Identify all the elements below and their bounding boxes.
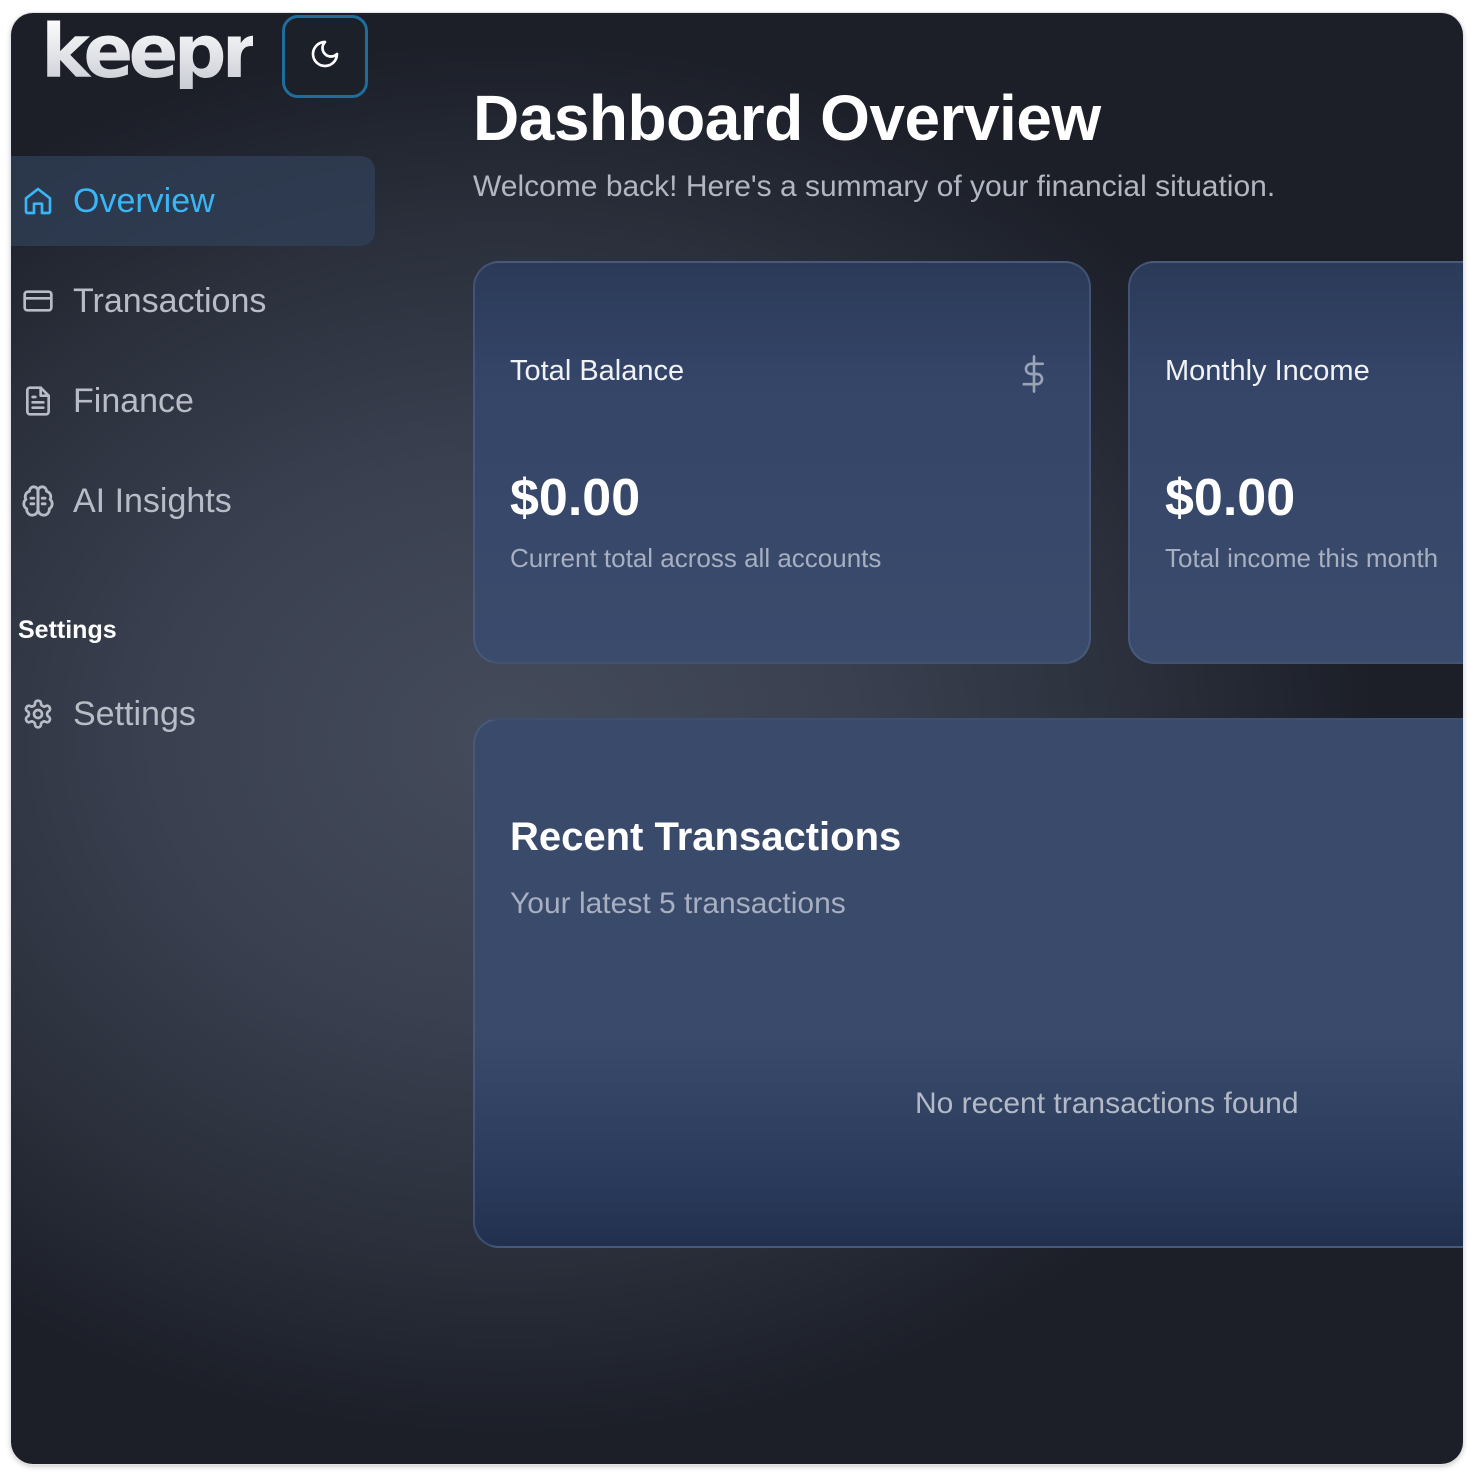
empty-state-message: No recent transactions found: [915, 1087, 1299, 1120]
settings-section-heading: Settings: [18, 616, 117, 644]
card-label: Total Balance: [510, 355, 685, 387]
moon-icon: [309, 38, 341, 75]
sidebar-item-settings[interactable]: Settings: [11, 669, 375, 759]
app-logo: keepr: [41, 13, 258, 95]
brain-icon: [21, 484, 55, 518]
card-label: Monthly Income: [1165, 355, 1370, 387]
theme-toggle-button[interactable]: [282, 15, 368, 98]
recent-transactions-title: Recent Transactions: [510, 815, 902, 859]
sidebar-item-finance[interactable]: Finance: [11, 356, 375, 446]
total-balance-card: Total Balance $0.00 Current total across…: [473, 261, 1091, 664]
credit-card-icon: [21, 284, 55, 318]
card-description: Total income this month: [1165, 543, 1439, 573]
page-title: Dashboard Overview: [473, 82, 1101, 154]
sidebar-item-label: Transactions: [73, 281, 267, 320]
sidebar-item-label: Finance: [73, 381, 194, 420]
dollar-icon: [1019, 355, 1049, 398]
recent-transactions-card: Recent Transactions Your latest 5 transa…: [473, 718, 1463, 1248]
sidebar-item-transactions[interactable]: Transactions: [11, 256, 375, 346]
home-icon: [21, 184, 55, 218]
sidebar-item-label: Settings: [73, 694, 196, 733]
sidebar-item-label: AI Insights: [73, 481, 232, 520]
page-subtitle: Welcome back! Here's a summary of your f…: [473, 170, 1276, 203]
gear-icon: [21, 697, 55, 731]
monthly-income-card: Monthly Income $0.00 Total income this m…: [1128, 261, 1463, 664]
card-value: $0.00: [1165, 469, 1296, 527]
card-description: Current total across all accounts: [510, 543, 882, 573]
recent-transactions-subtitle: Your latest 5 transactions: [510, 887, 846, 920]
sidebar-item-label: Overview: [73, 181, 215, 220]
card-value: $0.00: [510, 469, 641, 527]
sidebar-item-overview[interactable]: Overview: [11, 156, 375, 246]
sidebar-item-ai-insights[interactable]: AI Insights: [11, 456, 375, 546]
app-window: keepr Overview Transactions Finance AI I…: [11, 13, 1463, 1464]
file-text-icon: [21, 384, 55, 418]
